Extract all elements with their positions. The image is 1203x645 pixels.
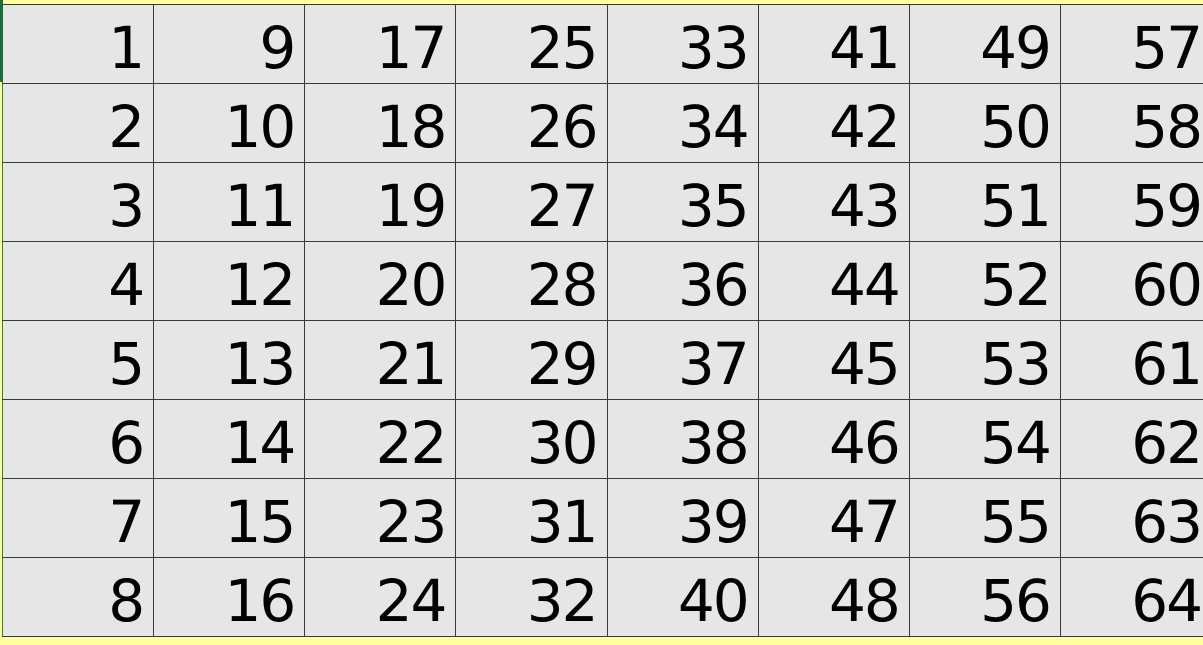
grid-cell[interactable]: 45 bbox=[757, 320, 910, 400]
table-row: 2 10 18 26 34 42 50 58 bbox=[1, 83, 1203, 163]
grid-cell[interactable]: 51 bbox=[908, 162, 1061, 242]
grid-cell[interactable]: 49 bbox=[908, 4, 1061, 84]
grid-cell[interactable]: 7 bbox=[1, 478, 155, 558]
grid-cell[interactable]: 61 bbox=[1059, 320, 1203, 400]
grid-cell[interactable]: 18 bbox=[304, 83, 457, 163]
grid-cell[interactable]: 31 bbox=[455, 478, 608, 558]
grid-cell[interactable]: 29 bbox=[455, 320, 608, 400]
grid-cell[interactable]: 32 bbox=[455, 557, 608, 637]
grid-cell[interactable]: 42 bbox=[757, 83, 910, 163]
grid-cell[interactable]: 15 bbox=[153, 478, 306, 558]
grid-cell[interactable]: 54 bbox=[908, 399, 1061, 479]
spreadsheet-area: 1 9 17 25 33 41 49 57 2 10 18 26 34 42 50 58 3 11 19 27 35 43… bbox=[0, 0, 1203, 645]
grid-body: 1 9 17 25 33 41 49 57 2 10 18 26 34 42 50 58 3 11 19 27 35 43… bbox=[1, 4, 1203, 637]
grid-cell[interactable]: 30 bbox=[455, 399, 608, 479]
grid-cell[interactable]: 46 bbox=[757, 399, 910, 479]
grid-cell[interactable]: 1 bbox=[1, 4, 155, 84]
grid-cell[interactable]: 44 bbox=[757, 241, 910, 321]
grid-cell[interactable]: 2 bbox=[1, 83, 155, 163]
grid-cell[interactable]: 56 bbox=[908, 557, 1061, 637]
grid-cell[interactable]: 57 bbox=[1059, 4, 1203, 84]
grid-cell[interactable]: 3 bbox=[1, 162, 155, 242]
grid-cell[interactable]: 24 bbox=[304, 557, 457, 637]
grid-cell[interactable]: 53 bbox=[908, 320, 1061, 400]
grid-cell[interactable]: 20 bbox=[304, 241, 457, 321]
grid-cell[interactable]: 5 bbox=[1, 320, 155, 400]
number-grid: 1 9 17 25 33 41 49 57 2 10 18 26 34 42 50 58 3 11 19 27 35 43… bbox=[1, 4, 1203, 637]
grid-cell[interactable]: 21 bbox=[304, 320, 457, 400]
table-row: 6 14 22 30 38 46 54 62 bbox=[1, 399, 1203, 479]
grid-cell[interactable]: 36 bbox=[606, 241, 759, 321]
grid-cell[interactable]: 39 bbox=[606, 478, 759, 558]
grid-cell[interactable]: 17 bbox=[304, 4, 457, 84]
table-row: 1 9 17 25 33 41 49 57 bbox=[1, 4, 1203, 84]
grid-cell[interactable]: 11 bbox=[153, 162, 306, 242]
grid-cell[interactable]: 12 bbox=[153, 241, 306, 321]
grid-cell[interactable]: 52 bbox=[908, 241, 1061, 321]
grid-cell[interactable]: 43 bbox=[757, 162, 910, 242]
grid-cell[interactable]: 34 bbox=[606, 83, 759, 163]
grid-cell[interactable]: 26 bbox=[455, 83, 608, 163]
grid-cell[interactable]: 59 bbox=[1059, 162, 1203, 242]
grid-cell[interactable]: 14 bbox=[153, 399, 306, 479]
grid-cell[interactable]: 38 bbox=[606, 399, 759, 479]
grid-cell[interactable]: 55 bbox=[908, 478, 1061, 558]
grid-cell[interactable]: 19 bbox=[304, 162, 457, 242]
table-row: 5 13 21 29 37 45 53 61 bbox=[1, 320, 1203, 400]
grid-cell[interactable]: 50 bbox=[908, 83, 1061, 163]
grid-cell[interactable]: 41 bbox=[757, 4, 910, 84]
grid-cell[interactable]: 48 bbox=[757, 557, 910, 637]
grid-cell[interactable]: 22 bbox=[304, 399, 457, 479]
grid-cell[interactable]: 33 bbox=[606, 4, 759, 84]
table-row: 4 12 20 28 36 44 52 60 bbox=[1, 241, 1203, 321]
grid-cell[interactable]: 10 bbox=[153, 83, 306, 163]
active-cell-indicator bbox=[0, 0, 3, 82]
table-row: 3 11 19 27 35 43 51 59 bbox=[1, 162, 1203, 242]
grid-cell[interactable]: 13 bbox=[153, 320, 306, 400]
grid-cell[interactable]: 47 bbox=[757, 478, 910, 558]
grid-cell[interactable]: 63 bbox=[1059, 478, 1203, 558]
grid-cell[interactable]: 40 bbox=[606, 557, 759, 637]
table-row: 8 16 24 32 40 48 56 64 bbox=[1, 557, 1203, 637]
grid-cell[interactable]: 25 bbox=[455, 4, 608, 84]
grid-cell[interactable]: 37 bbox=[606, 320, 759, 400]
grid-cell[interactable]: 62 bbox=[1059, 399, 1203, 479]
grid-cell[interactable]: 8 bbox=[1, 557, 155, 637]
grid-cell[interactable]: 9 bbox=[153, 4, 306, 84]
table-row: 7 15 23 31 39 47 55 63 bbox=[1, 478, 1203, 558]
grid-cell[interactable]: 60 bbox=[1059, 241, 1203, 321]
grid-cell[interactable]: 4 bbox=[1, 241, 155, 321]
grid-cell[interactable]: 27 bbox=[455, 162, 608, 242]
grid-cell[interactable]: 64 bbox=[1059, 557, 1203, 637]
grid-cell[interactable]: 16 bbox=[153, 557, 306, 637]
grid-cell[interactable]: 6 bbox=[1, 399, 155, 479]
grid-cell[interactable]: 35 bbox=[606, 162, 759, 242]
grid-cell[interactable]: 28 bbox=[455, 241, 608, 321]
grid-cell[interactable]: 23 bbox=[304, 478, 457, 558]
grid-cell[interactable]: 58 bbox=[1059, 83, 1203, 163]
